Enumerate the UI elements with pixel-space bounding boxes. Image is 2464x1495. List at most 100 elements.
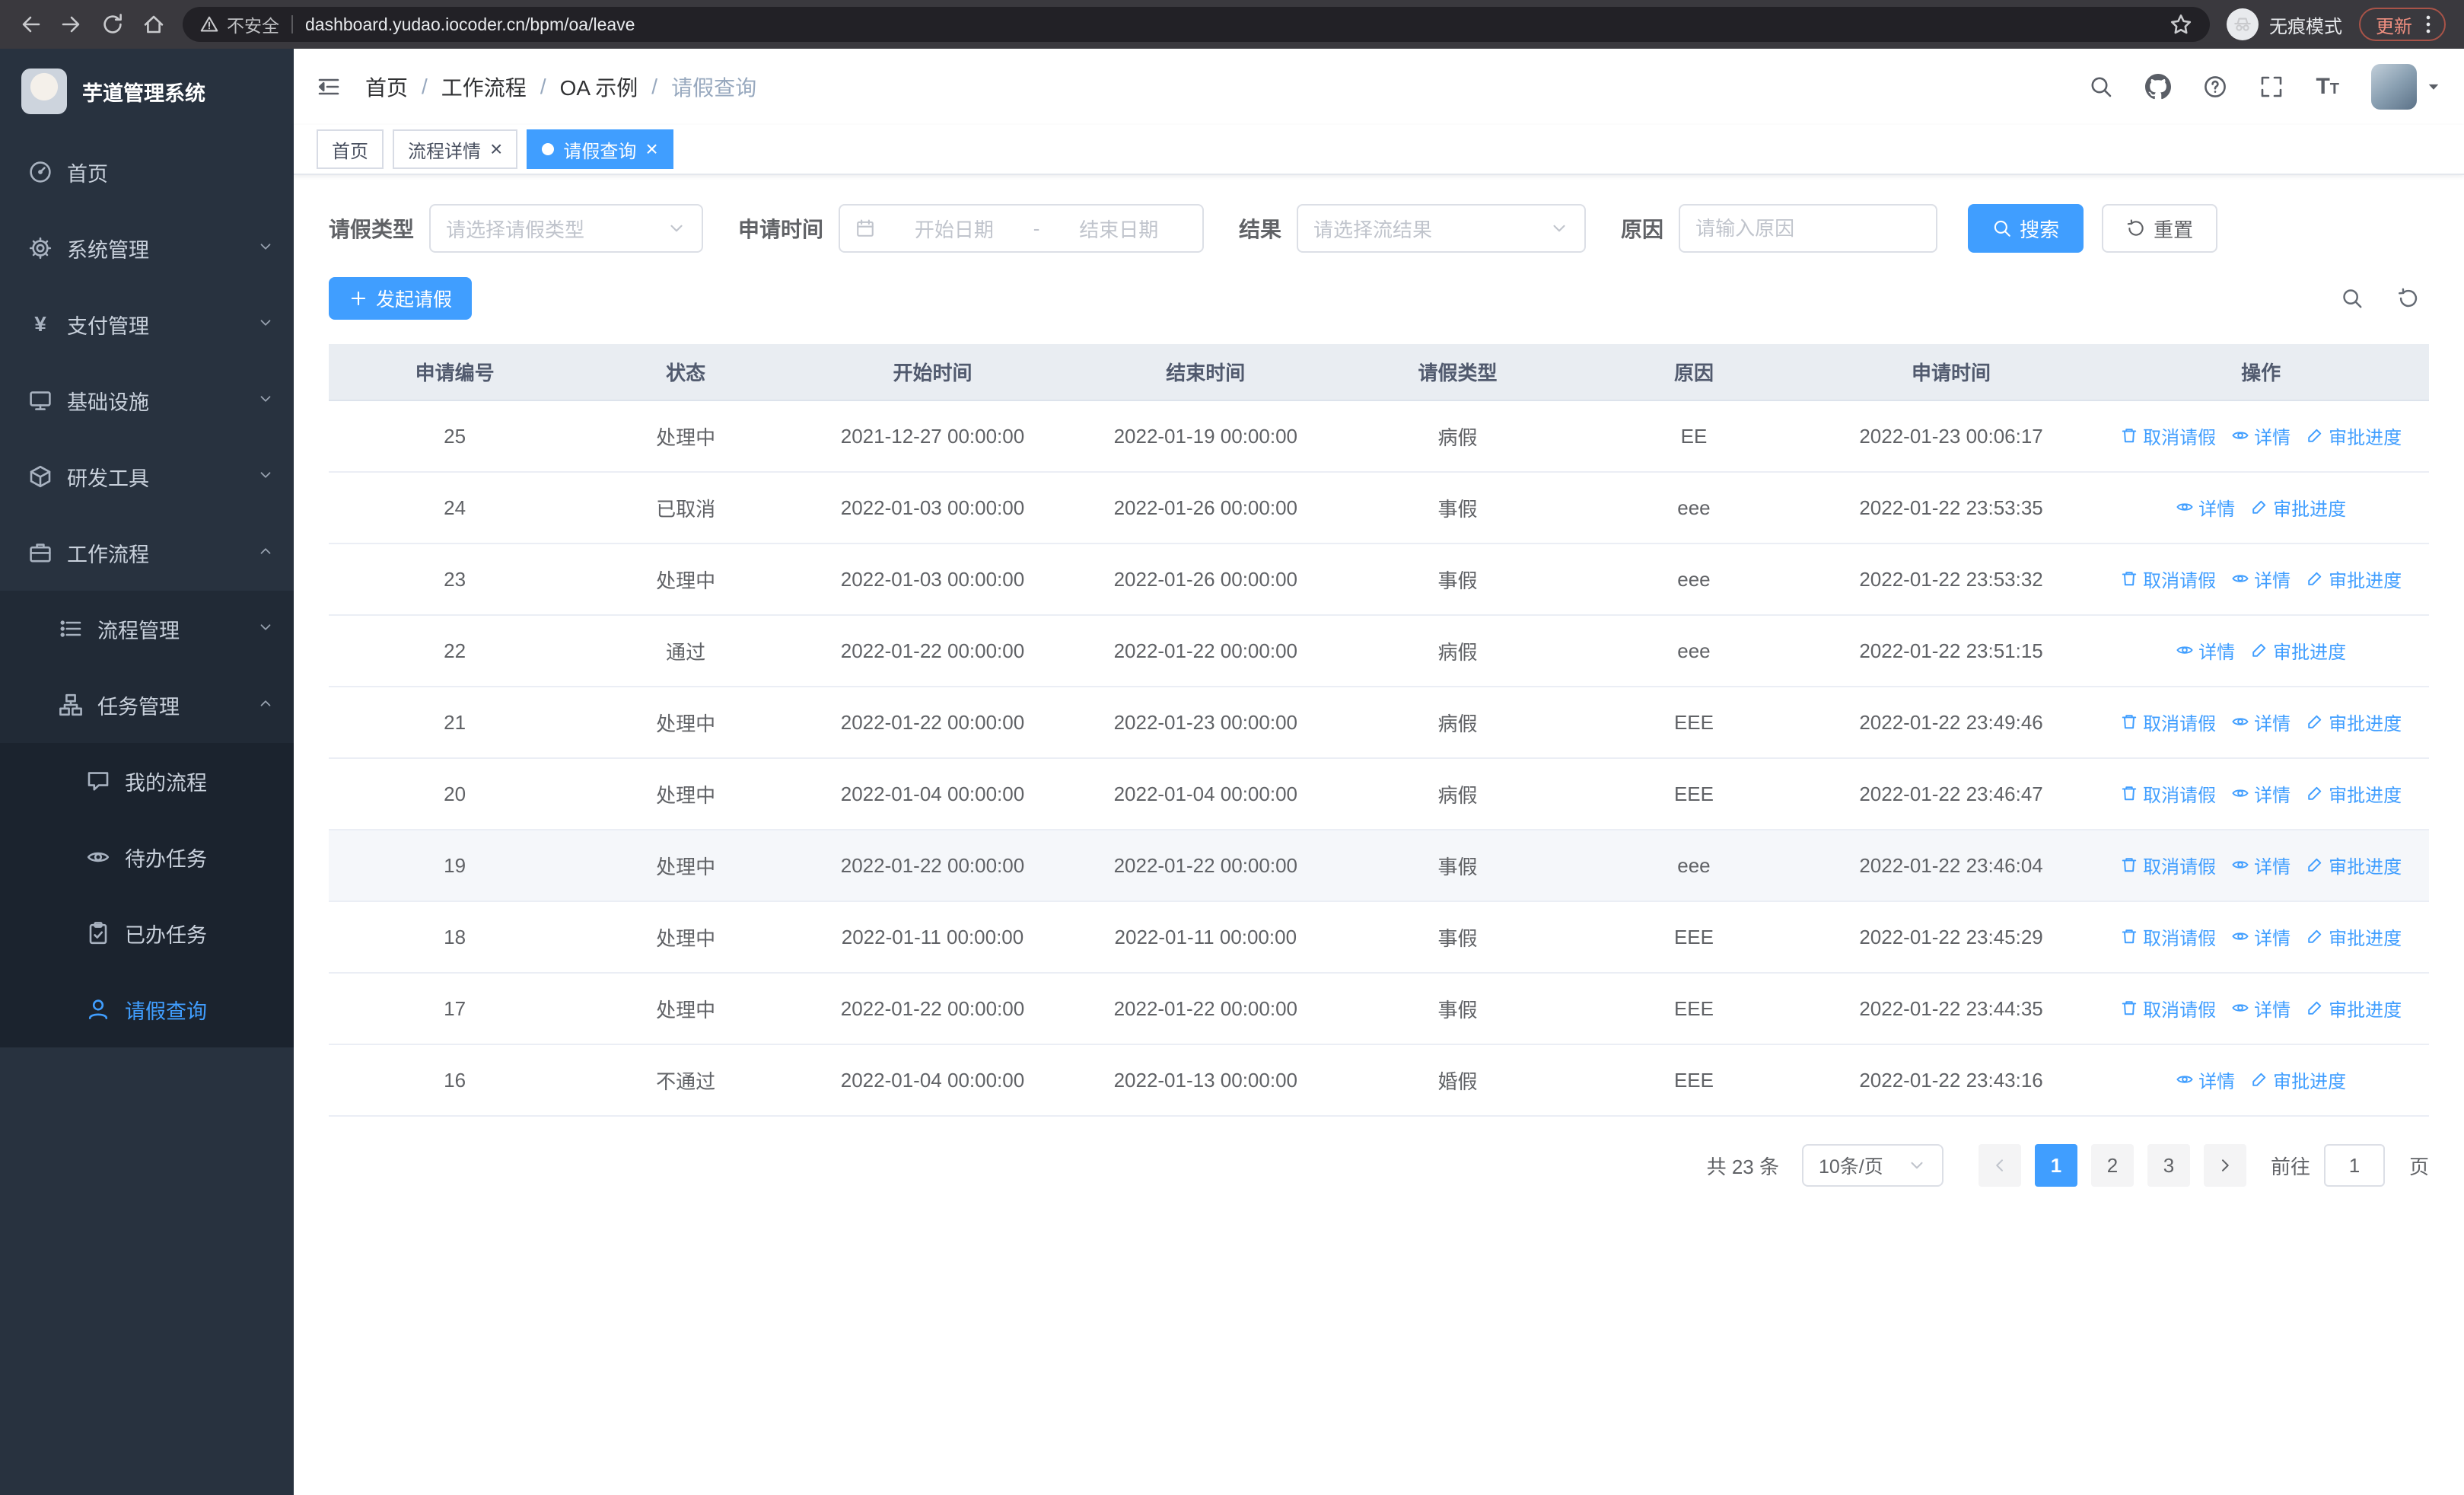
sidebar-item-home[interactable]: 首页 xyxy=(0,134,294,210)
sidebar-item-my-process[interactable]: 我的流程 xyxy=(0,743,294,819)
detail-link[interactable]: 详情 xyxy=(2231,995,2291,1022)
reason-input[interactable] xyxy=(1679,204,1938,253)
detail-link[interactable]: 详情 xyxy=(2231,780,2291,807)
search-button[interactable]: 搜索 xyxy=(1968,204,2084,253)
eye-icon xyxy=(2231,856,2249,874)
sidebar-item-workflow[interactable]: 工作流程 xyxy=(0,515,294,591)
page-2-button[interactable]: 2 xyxy=(2090,1144,2134,1187)
column-header: 申请编号 xyxy=(329,344,581,401)
cell-status: 处理中 xyxy=(581,687,791,759)
incognito-badge: 无痕模式 xyxy=(2227,8,2342,40)
font-size-icon[interactable]: TT xyxy=(2316,74,2339,100)
cancel-leave-link[interactable]: 取消请假 xyxy=(2120,995,2216,1022)
cancel-leave-link[interactable]: 取消请假 xyxy=(2120,566,2216,592)
sidebar-item-label: 系统管理 xyxy=(67,238,149,262)
prev-page-button[interactable] xyxy=(1978,1144,2021,1187)
sidebar-item-todo-tasks[interactable]: 待办任务 xyxy=(0,819,294,895)
detail-link[interactable]: 详情 xyxy=(2176,1066,2235,1093)
page-content: 请假类型 请选择请假类型 申请时间 开始日期 - 结束日期 结果 请选择流结果 xyxy=(294,175,2464,1495)
home-icon[interactable] xyxy=(142,12,166,37)
detail-link[interactable]: 详情 xyxy=(2231,422,2291,449)
detail-link[interactable]: 详情 xyxy=(2231,852,2291,878)
cancel-leave-link[interactable]: 取消请假 xyxy=(2120,709,2216,735)
cancel-leave-link[interactable]: 取消请假 xyxy=(2120,923,2216,950)
approval-progress-link[interactable]: 审批进度 xyxy=(2306,995,2402,1022)
back-icon[interactable] xyxy=(18,12,43,37)
sidebar-item-task-mgmt[interactable]: 任务管理 xyxy=(0,667,294,743)
trash-icon xyxy=(2120,426,2138,445)
toggle-search-icon[interactable] xyxy=(2341,287,2364,310)
goto-page-input[interactable] xyxy=(2323,1144,2385,1187)
sidebar-item-payment[interactable]: ¥ 支付管理 xyxy=(0,286,294,362)
chevron-down-icon xyxy=(1907,1156,1927,1175)
sidebar-item-done-tasks[interactable]: 已办任务 xyxy=(0,895,294,971)
approval-progress-link[interactable]: 审批进度 xyxy=(2250,494,2346,521)
help-icon[interactable] xyxy=(2203,75,2227,99)
cell-status: 已取消 xyxy=(581,472,791,544)
cancel-leave-link[interactable]: 取消请假 xyxy=(2120,780,2216,807)
sidebar-item-leave-query[interactable]: 请假查询 xyxy=(0,971,294,1047)
detail-link[interactable]: 详情 xyxy=(2231,923,2291,950)
cell-status: 处理中 xyxy=(581,901,791,974)
user-avatar[interactable] xyxy=(2371,64,2441,110)
tab-leave-query[interactable]: 请假查询 × xyxy=(527,129,673,169)
forward-icon[interactable] xyxy=(59,12,84,37)
reload-icon[interactable] xyxy=(100,12,125,37)
sidebar-menu: 首页系统管理 ¥ 支付管理 基础设施 研发工具 工作流程 流程管理 任务管理 我的流程 待办任务已… xyxy=(0,134,294,1047)
breadcrumb-item[interactable]: 首页 xyxy=(365,72,408,102)
close-icon[interactable]: × xyxy=(490,139,502,160)
page-3-button[interactable]: 3 xyxy=(2147,1144,2190,1187)
tab-process-detail[interactable]: 流程详情 × xyxy=(393,129,518,169)
collapse-sidebar-icon[interactable] xyxy=(317,75,341,99)
leave-type-select[interactable]: 请选择请假类型 xyxy=(429,204,704,253)
tab-home[interactable]: 首页 xyxy=(317,129,384,169)
cell-end: 2022-01-13 00:00:00 xyxy=(1074,1044,1337,1117)
approval-progress-link[interactable]: 审批进度 xyxy=(2306,422,2402,449)
cancel-leave-link[interactable]: 取消请假 xyxy=(2120,852,2216,878)
detail-link[interactable]: 详情 xyxy=(2231,566,2291,592)
detail-link[interactable]: 详情 xyxy=(2176,494,2235,521)
update-button[interactable]: 更新 xyxy=(2359,8,2446,41)
top-navbar: 首页 / 工作流程 / OA 示例 / 请假查询 TT xyxy=(294,49,2464,125)
result-select[interactable]: 请选择流结果 xyxy=(1297,204,1587,253)
breadcrumb-separator: / xyxy=(422,75,428,98)
github-icon[interactable] xyxy=(2145,74,2172,100)
approval-progress-link[interactable]: 审批进度 xyxy=(2306,566,2402,592)
approval-progress-link[interactable]: 审批进度 xyxy=(2306,780,2402,807)
global-search-icon[interactable] xyxy=(2089,75,2113,99)
close-icon[interactable]: × xyxy=(645,139,657,160)
approval-progress-link[interactable]: 审批进度 xyxy=(2250,637,2346,664)
detail-link[interactable]: 详情 xyxy=(2231,709,2291,735)
address-bar[interactable]: 不安全 dashboard.yudao.iocoder.cn/bpm/oa/le… xyxy=(183,7,2210,42)
incognito-icon xyxy=(2227,8,2259,40)
cell-type: 病假 xyxy=(1336,758,1579,830)
page-size-select[interactable]: 10条/页 xyxy=(1801,1144,1944,1187)
app-logo[interactable]: 芋道管理系统 xyxy=(0,49,294,134)
next-page-button[interactable] xyxy=(2203,1144,2246,1187)
detail-link[interactable]: 详情 xyxy=(2176,637,2235,664)
approval-progress-link[interactable]: 审批进度 xyxy=(2306,923,2402,950)
breadcrumb-item[interactable]: OA 示例 xyxy=(560,72,638,102)
breadcrumb-item[interactable]: 工作流程 xyxy=(441,72,527,102)
browser-menu-icon[interactable] xyxy=(2417,13,2440,36)
create-leave-button[interactable]: 发起请假 xyxy=(329,277,473,320)
sidebar-item-process-mgmt[interactable]: 流程管理 xyxy=(0,591,294,667)
reset-button[interactable]: 重置 xyxy=(2102,204,2218,253)
sidebar-item-devtools[interactable]: 研发工具 xyxy=(0,438,294,515)
approval-progress-link[interactable]: 审批进度 xyxy=(2250,1066,2346,1093)
sidebar-item-system[interactable]: 系统管理 xyxy=(0,210,294,286)
bookmark-star-icon[interactable] xyxy=(2169,12,2193,37)
dashboard-icon xyxy=(27,160,53,184)
approval-progress-link[interactable]: 审批进度 xyxy=(2306,852,2402,878)
fullscreen-icon[interactable] xyxy=(2259,75,2284,99)
refresh-table-icon[interactable] xyxy=(2397,287,2420,310)
apply-time-range-picker[interactable]: 开始日期 - 结束日期 xyxy=(839,204,1205,253)
column-header: 原因 xyxy=(1578,344,1810,401)
user-icon xyxy=(85,997,111,1022)
cancel-leave-link[interactable]: 取消请假 xyxy=(2120,422,2216,449)
sidebar-item-infra[interactable]: 基础设施 xyxy=(0,362,294,438)
plus-icon xyxy=(349,288,368,308)
security-status[interactable]: 不安全 xyxy=(199,11,279,37)
approval-progress-link[interactable]: 审批进度 xyxy=(2306,709,2402,735)
page-1-button[interactable]: 1 xyxy=(2034,1144,2077,1187)
